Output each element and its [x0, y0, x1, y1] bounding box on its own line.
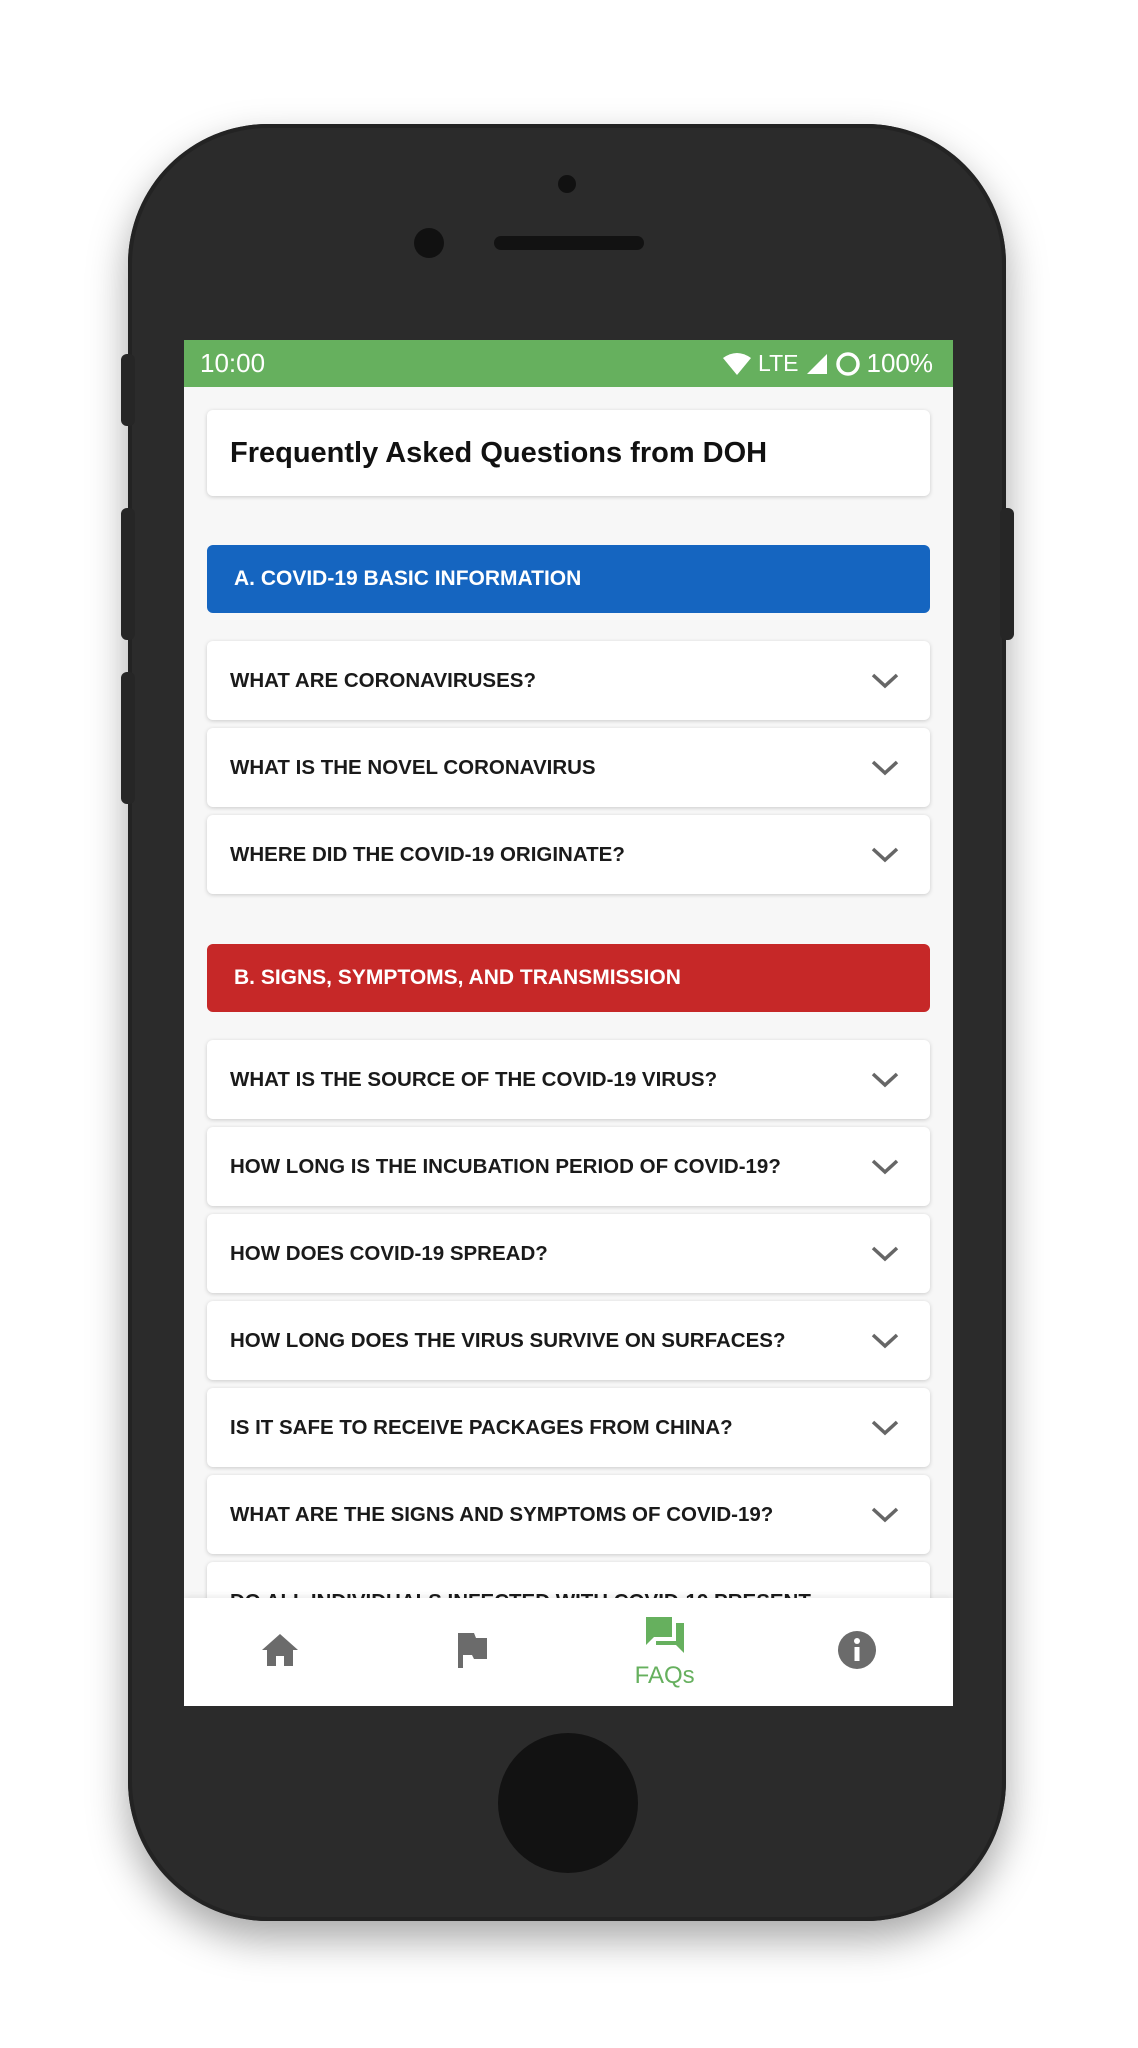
faq-item[interactable]: WHAT ARE THE SIGNS AND SYMPTOMS OF COVID… [207, 1475, 930, 1554]
app-screen: 10:00 LTE 100% Frequently Asked Question… [184, 340, 953, 1706]
faq-question: HOW LONG DOES THE VIRUS SURVIVE ON SURFA… [230, 1328, 786, 1352]
section-title: B. SIGNS, SYMPTOMS, AND TRANSMISSION [234, 966, 681, 989]
info-icon [837, 1630, 877, 1675]
nav-faqs-label: FAQs [634, 1661, 695, 1689]
status-icons: LTE 100% [722, 348, 933, 379]
chevron-down-icon[interactable] [870, 1244, 900, 1264]
faq-item[interactable]: HOW DOES COVID-19 SPREAD? [207, 1214, 930, 1293]
chevron-down-icon[interactable] [870, 671, 900, 691]
battery-circle-icon [835, 351, 861, 377]
faq-question: WHAT ARE THE SIGNS AND SYMPTOMS OF COVID… [230, 1502, 774, 1526]
faq-question: WHAT ARE CORONAVIRUSES? [230, 668, 536, 692]
faq-question: HOW DOES COVID-19 SPREAD? [230, 1241, 548, 1265]
faq-question: WHAT IS THE SOURCE OF THE COVID-19 VIRUS… [230, 1067, 718, 1091]
front-camera [558, 175, 576, 193]
faq-item[interactable]: HOW LONG DOES THE VIRUS SURVIVE ON SURFA… [207, 1301, 930, 1380]
status-time: 10:00 [200, 348, 266, 378]
network-type: LTE [758, 350, 799, 376]
battery-level: 100% [866, 348, 934, 378]
faq-question: IS IT SAFE TO RECEIVE PACKAGES FROM CHIN… [230, 1415, 733, 1439]
chevron-down-icon[interactable] [870, 1418, 900, 1438]
faq-item[interactable]: IS IT SAFE TO RECEIVE PACKAGES FROM CHIN… [207, 1388, 930, 1467]
faq-item[interactable]: WHAT IS THE NOVEL CORONAVIRUS [207, 728, 930, 807]
chevron-down-icon[interactable] [870, 1505, 900, 1525]
chevron-down-icon[interactable] [870, 845, 900, 865]
faq-item[interactable]: WHAT ARE CORONAVIRUSES? [207, 641, 930, 720]
chevron-down-icon[interactable] [870, 1070, 900, 1090]
wifi-icon [722, 352, 752, 376]
chevron-down-icon[interactable] [870, 1331, 900, 1351]
section-header-symptoms[interactable]: B. SIGNS, SYMPTOMS, AND TRANSMISSION [207, 944, 930, 1012]
faq-question: WHERE DID THE COVID-19 ORIGINATE? [230, 842, 625, 866]
mute-switch [121, 354, 135, 426]
faq-item[interactable]: WHAT IS THE SOURCE OF THE COVID-19 VIRUS… [207, 1040, 930, 1119]
chevron-down-icon[interactable] [870, 758, 900, 778]
faq-item[interactable]: HOW LONG IS THE INCUBATION PERIOD OF COV… [207, 1127, 930, 1206]
home-icon [260, 1632, 300, 1673]
status-bar: 10:00 LTE 100% [184, 340, 953, 387]
nav-flag[interactable] [402, 1598, 542, 1706]
section-header-basic-info[interactable]: A. COVID-19 BASIC INFORMATION [207, 545, 930, 613]
front-sensor [414, 228, 444, 258]
forum-icon [644, 1615, 686, 1660]
nav-home[interactable] [210, 1598, 350, 1706]
nav-info[interactable] [787, 1598, 927, 1706]
page-title: Frequently Asked Questions from DOH [207, 410, 930, 496]
volume-up-button [121, 508, 135, 640]
volume-down-button [121, 672, 135, 804]
power-button [1000, 508, 1014, 640]
home-button[interactable] [498, 1733, 638, 1873]
nav-faqs[interactable]: FAQs [595, 1598, 735, 1706]
bottom-navigation: FAQs [184, 1598, 953, 1706]
flag-icon [455, 1631, 489, 1674]
faq-item[interactable]: WHERE DID THE COVID-19 ORIGINATE? [207, 815, 930, 894]
faq-question: WHAT IS THE NOVEL CORONAVIRUS [230, 755, 596, 779]
faq-question: HOW LONG IS THE INCUBATION PERIOD OF COV… [230, 1154, 781, 1178]
signal-icon [805, 352, 829, 376]
earpiece-speaker [494, 236, 644, 250]
faq-list: Frequently Asked Questions from DOH A. C… [184, 387, 953, 1706]
chevron-down-icon[interactable] [870, 1157, 900, 1177]
section-title: A. COVID-19 BASIC INFORMATION [234, 567, 582, 590]
